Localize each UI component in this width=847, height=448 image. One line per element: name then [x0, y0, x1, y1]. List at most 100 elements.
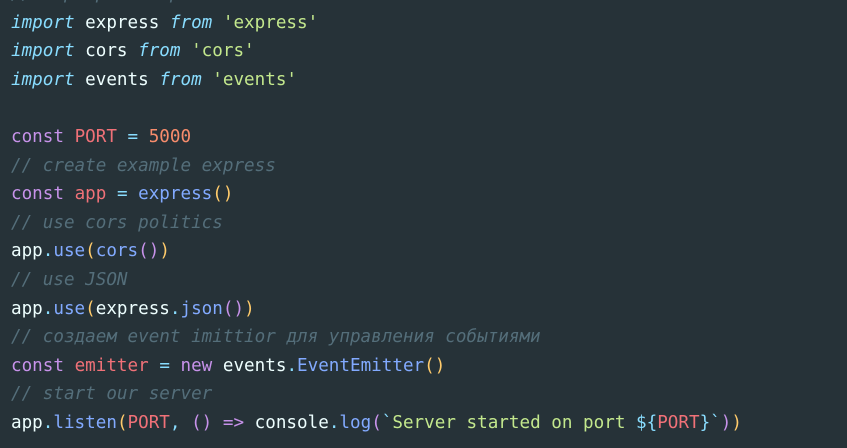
code-token: )	[159, 241, 170, 262]
code-line: app.use(cors())	[11, 237, 847, 266]
code-token: (	[85, 241, 96, 262]
code-token: import	[11, 69, 75, 90]
code-line: // start our server	[11, 380, 847, 409]
code-token: ,	[169, 412, 192, 433]
code-token: .	[328, 412, 340, 433]
code-token: events	[74, 69, 160, 90]
code-token: (	[85, 298, 96, 319]
code-token: PORT	[657, 412, 700, 433]
code-token: log	[339, 412, 372, 433]
code-token: events	[212, 355, 287, 376]
code-token: `	[710, 412, 721, 433]
code-token: express	[95, 298, 170, 319]
code-token: 5000	[148, 126, 192, 147]
code-line: import express from 'express'	[11, 9, 847, 38]
code-token: use	[53, 298, 86, 319]
code-line: // создаем event imittior для управления…	[11, 323, 847, 352]
code-token: =>	[222, 412, 245, 433]
code-line: const PORT = 5000	[11, 123, 847, 152]
code-token: )	[244, 298, 255, 319]
code-token: const	[11, 126, 64, 147]
code-token: ()	[424, 355, 446, 376]
code-token: .	[42, 412, 54, 433]
code-token: cors	[95, 241, 139, 262]
code-token: Server started on port	[392, 412, 636, 433]
code-comment: // сервер на express	[11, 0, 223, 4]
code-line: // use cors politics	[11, 209, 847, 238]
code-comment: // use JSON	[11, 269, 128, 290]
code-token: app	[11, 412, 43, 433]
code-line: import cors from 'cors'	[11, 37, 847, 66]
code-token: .	[286, 355, 298, 376]
code-comment: // create example express	[11, 155, 276, 176]
code-token: from	[169, 12, 213, 33]
code-token: app	[74, 184, 107, 205]
code-token: app	[11, 241, 43, 262]
code-token: ()	[191, 412, 213, 433]
code-token: EventEmitter	[297, 355, 425, 376]
code-token: .	[42, 241, 54, 262]
code-token: =	[116, 184, 128, 205]
code-line: // сервер на express	[11, 0, 847, 9]
code-token: )	[720, 412, 732, 433]
code-line: // use JSON	[11, 266, 847, 295]
code-token: import	[11, 41, 75, 62]
code-token: (	[371, 412, 382, 433]
code-comment: // use cors politics	[11, 212, 223, 233]
code-area[interactable]: // сервер на express import express from …	[11, 0, 847, 438]
code-token: express	[74, 12, 170, 33]
code-token: console	[244, 412, 329, 433]
code-token: )	[731, 412, 742, 433]
code-token: import	[11, 12, 75, 33]
code-token: }	[699, 412, 711, 433]
code-token: .	[42, 298, 54, 319]
code-token: 'events'	[212, 69, 298, 90]
code-token: ()	[212, 184, 234, 205]
code-token: 'cors'	[191, 41, 255, 62]
code-token: 'express'	[222, 12, 319, 33]
code-line: import events from 'events'	[11, 66, 847, 95]
code-token: PORT	[127, 412, 170, 433]
code-line: app.use(express.json())	[11, 295, 847, 324]
code-line: // create example express	[11, 152, 847, 181]
code-line: const emitter = new events.EventEmitter(…	[11, 352, 847, 381]
code-token: =	[127, 126, 139, 147]
code-token: ()	[222, 298, 245, 319]
code-token: listen	[53, 412, 117, 433]
code-token: `	[381, 412, 393, 433]
code-token: const	[11, 184, 64, 205]
code-line: const app = express()	[11, 180, 847, 209]
code-token: app	[11, 298, 43, 319]
code-token: new	[180, 355, 213, 376]
code-token: from	[159, 69, 202, 90]
code-token: from	[138, 41, 181, 62]
code-token: const	[11, 355, 64, 376]
code-comment: // создаем event imittior для управления…	[11, 327, 541, 348]
code-line: app.listen(PORT, () => console.log(`Serv…	[11, 409, 847, 438]
code-token: json	[180, 298, 223, 319]
code-token: .	[169, 298, 181, 319]
code-token: express	[138, 184, 213, 205]
code-editor[interactable]: // сервер на express import express from …	[0, 0, 847, 448]
code-comment: // start our server	[11, 384, 213, 405]
code-token: =	[159, 355, 170, 376]
code-token: ()	[138, 241, 160, 262]
code-token: ${	[636, 412, 658, 433]
code-token: use	[53, 241, 86, 262]
code-token: cors	[74, 41, 139, 62]
code-token: (	[116, 412, 128, 433]
